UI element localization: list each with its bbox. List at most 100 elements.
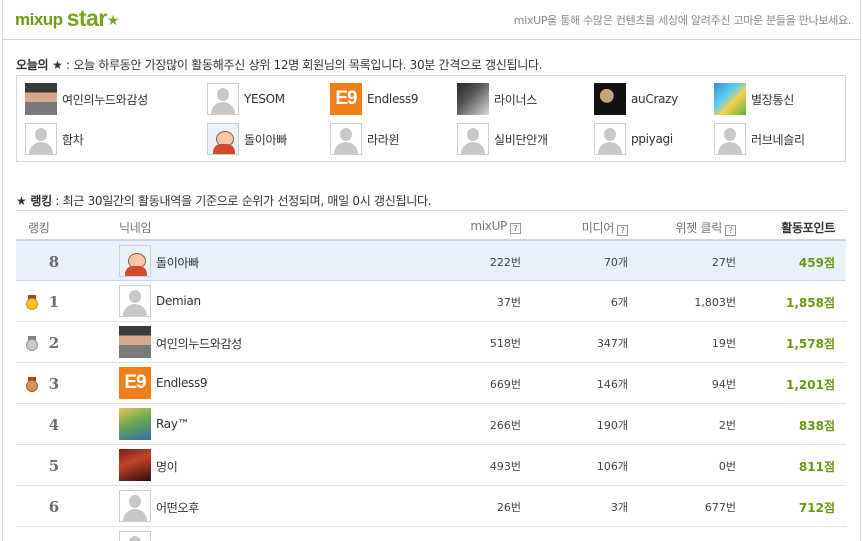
mixup-count: 266번 <box>489 419 521 432</box>
member-avatar[interactable] <box>714 123 746 155</box>
media-count: 6개 <box>610 296 628 309</box>
user-avatar[interactable]: E9 <box>119 367 151 399</box>
member-avatar[interactable] <box>207 123 239 155</box>
today-member[interactable]: 러브네슬리 <box>714 123 805 155</box>
member-avatar[interactable] <box>25 83 57 115</box>
today-members-box: 여인의누드와감성 YESOM E9 Endless9 라이너스 auCrazy 별장통신함차… <box>16 75 846 162</box>
col-widget-click: 위젯 클릭? <box>676 219 736 236</box>
media-count: 190개 <box>596 419 628 432</box>
widget-click-count: 677번 <box>704 501 736 514</box>
mixup-count: 26번 <box>496 501 521 514</box>
member-name[interactable]: 함차 <box>62 131 84 148</box>
media-count: 347개 <box>596 337 628 350</box>
member-avatar[interactable] <box>714 83 746 115</box>
user-avatar[interactable] <box>119 285 151 317</box>
member-name[interactable]: 러브네슬리 <box>751 131 805 148</box>
member-name[interactable]: 라라윈 <box>367 131 400 148</box>
member-avatar[interactable] <box>594 83 626 115</box>
member-name[interactable]: 여인의누드와감성 <box>62 91 148 108</box>
member-avatar[interactable] <box>457 83 489 115</box>
user-nickname[interactable]: 여인의누드와감성 <box>156 335 242 352</box>
media-count: 106개 <box>596 460 628 473</box>
today-member[interactable]: 실비단안개 <box>457 123 548 155</box>
ranking-row: 8 돌이아빠 222번 70개 27번 459점 <box>16 240 846 281</box>
member-avatar[interactable] <box>25 123 57 155</box>
member-avatar[interactable] <box>207 83 239 115</box>
ranking-title-desc: : 최근 30일간의 활동내역을 기준으로 순위가 선정되며, 매일 0시 갱신… <box>51 194 432 208</box>
today-member[interactable]: auCrazy <box>594 83 678 115</box>
today-member[interactable]: ppiyagi <box>594 123 673 155</box>
help-icon[interactable]: ? <box>510 223 521 234</box>
today-member[interactable]: 여인의누드와감성 <box>25 83 148 115</box>
today-member[interactable]: 라이너스 <box>457 83 537 115</box>
widget-click-count: 19번 <box>711 337 736 350</box>
member-name[interactable]: ppiyagi <box>631 132 673 146</box>
today-member[interactable]: YESOM <box>207 83 285 115</box>
user-avatar[interactable] <box>119 490 151 522</box>
widget-click-count: 27번 <box>711 256 736 269</box>
member-name[interactable]: YESOM <box>244 92 285 106</box>
media-count: 3개 <box>610 501 628 514</box>
user-avatar[interactable] <box>119 326 151 358</box>
member-avatar[interactable] <box>330 123 362 155</box>
ranking-row: 3 E9 Endless9 669번 146개 94번 1,201점 <box>16 363 846 404</box>
help-icon[interactable]: ? <box>617 225 628 236</box>
member-name[interactable]: Endless9 <box>367 92 419 106</box>
user-nickname[interactable]: Demian <box>156 294 201 308</box>
ranking-row: 1 Demian 37번 6개 1,803번 1,858점 <box>16 281 846 322</box>
member-avatar[interactable] <box>457 123 489 155</box>
media-count: 146개 <box>596 378 628 391</box>
user-nickname[interactable]: 돌이아빠 <box>156 254 199 271</box>
member-name[interactable]: 별장통신 <box>751 91 794 108</box>
mixup-count: 222번 <box>489 256 521 269</box>
ranking-row: 2 여인의누드와감성 518번 347개 19번 1,578점 <box>16 322 846 363</box>
silver-medal-icon <box>26 336 38 351</box>
activity-points: 712점 <box>798 501 835 515</box>
star-icon: ★ <box>106 13 120 29</box>
member-name[interactable]: 라이너스 <box>494 91 537 108</box>
user-nickname[interactable]: Ray™ <box>156 417 190 431</box>
rank-number: 8 <box>48 253 60 271</box>
col-mixup-label: mixUP <box>470 219 507 233</box>
col-media: 미디어? <box>582 219 628 236</box>
ranking-row: 5 명이 493번 106개 0번 811점 <box>16 445 846 486</box>
today-member[interactable]: E9 Endless9 <box>330 83 419 115</box>
user-nickname[interactable]: 명이 <box>156 458 178 475</box>
activity-points: 459점 <box>798 256 835 270</box>
col-widget-label: 위젯 클릭 <box>675 221 723 235</box>
today-member[interactable]: 라라윈 <box>330 123 400 155</box>
today-title-label: 오늘의 ★ <box>16 58 63 72</box>
today-section-title: 오늘의 ★ : 오늘 하루동안 가장많이 활동해주신 상위 12명 회원님의 목… <box>16 56 543 73</box>
mixup-count: 493번 <box>489 460 521 473</box>
logo-star-text: star <box>66 5 108 31</box>
col-rank: 랭킹 <box>28 221 50 235</box>
activity-points: 1,201점 <box>786 378 835 392</box>
rank-number: 2 <box>48 334 60 352</box>
media-count: 70개 <box>603 256 628 269</box>
rank-number: 4 <box>48 416 60 434</box>
ranking-row <box>16 527 846 541</box>
widget-click-count: 2번 <box>718 419 736 432</box>
ranking-row: 6 어떤오후 26번 3개 677번 712점 <box>16 486 846 527</box>
user-avatar[interactable] <box>119 531 151 541</box>
today-member[interactable]: 함차 <box>25 123 84 155</box>
today-member[interactable]: 별장통신 <box>714 83 794 115</box>
member-name[interactable]: 돌이아빠 <box>244 131 287 148</box>
member-avatar[interactable] <box>594 123 626 155</box>
member-name[interactable]: 실비단안개 <box>494 131 548 148</box>
user-avatar[interactable] <box>119 408 151 440</box>
gold-medal-icon <box>26 295 38 310</box>
rank-number: 6 <box>48 498 60 516</box>
user-avatar[interactable] <box>119 449 151 481</box>
member-name[interactable]: auCrazy <box>631 92 678 106</box>
col-nickname: 닉네임 <box>119 221 152 235</box>
today-member[interactable]: 돌이아빠 <box>207 123 287 155</box>
member-avatar[interactable]: E9 <box>330 83 362 115</box>
user-nickname[interactable]: 어떤오후 <box>156 499 199 516</box>
user-avatar[interactable] <box>119 245 151 277</box>
ranking-section-title: ★ 랭킹 : 최근 30일간의 활동내역을 기준으로 순위가 선정되며, 매일 … <box>16 192 432 209</box>
mixup-star-logo[interactable]: mixup star ★ <box>15 6 119 30</box>
help-icon[interactable]: ? <box>725 225 736 236</box>
widget-click-count: 0번 <box>718 460 736 473</box>
user-nickname[interactable]: Endless9 <box>156 376 208 390</box>
